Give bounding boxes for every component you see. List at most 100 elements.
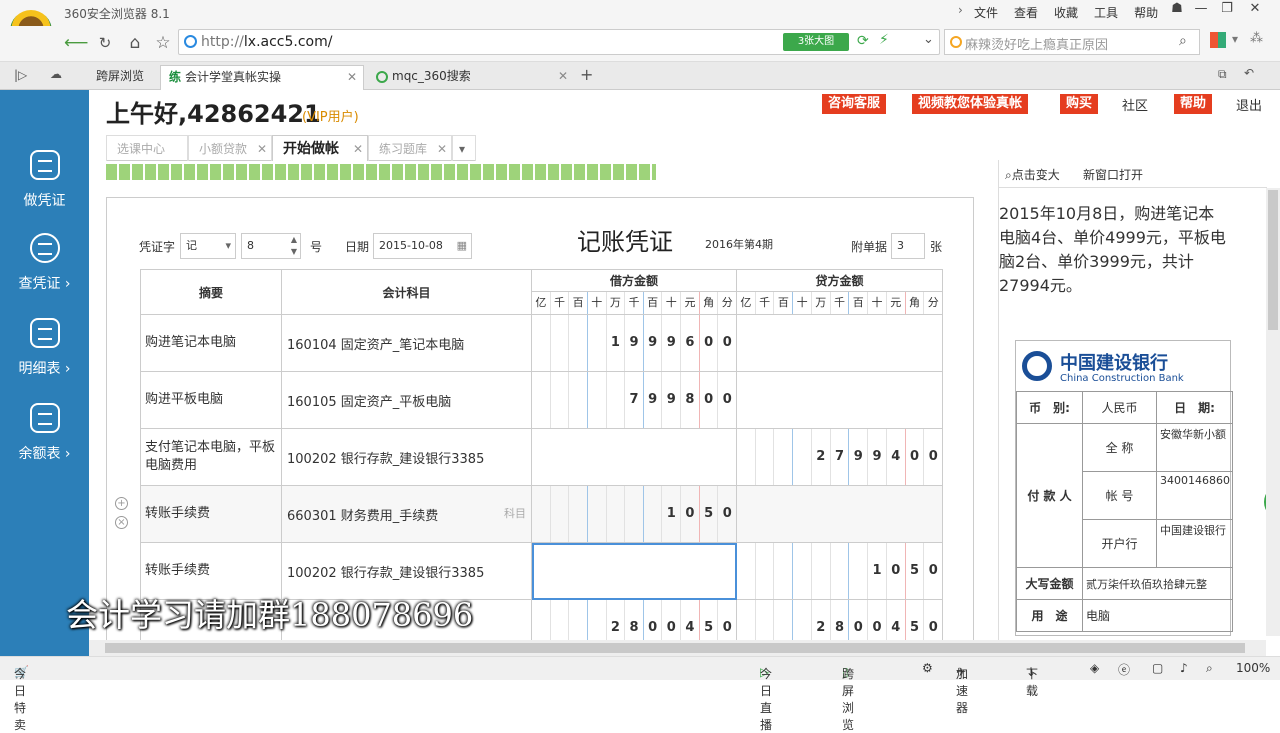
sidebar-item-search-voucher[interactable]: 查凭证 › [0,233,89,313]
sidebar-item-balance[interactable]: 余额表 › [0,403,89,483]
debit-cell[interactable]: 1050 [531,485,737,543]
summary-cell[interactable]: 支付笔记本电脑，平板电脑费用 [140,428,282,486]
tab-exercises[interactable]: 练习题库 ✕ [368,135,452,161]
help-button[interactable]: 帮助 [1174,94,1213,114]
search-icon[interactable]: ⌕ [1179,33,1187,49]
tab-microloan[interactable]: 小额贷款 ✕ [188,135,272,161]
sound-icon[interactable]: ♪ [1180,661,1188,675]
gear-icon[interactable]: ⚙ [922,661,933,675]
vertical-scrollbar[interactable] [1266,188,1280,636]
menu-help[interactable]: 帮助 [1134,4,1158,21]
credit-cell[interactable] [736,485,943,543]
summary-text: 购进平板电脑 [145,392,224,407]
sidebar-toggle-icon[interactable]: |▷ [14,68,27,82]
community-link[interactable]: 社区 [1122,95,1148,114]
debit-cell[interactable]: 1999600 [531,314,737,372]
refresh-circle-icon[interactable]: ⟳ [857,33,869,49]
undo-close-icon[interactable]: ↶ [1244,66,1254,80]
credit-cell[interactable]: 2799400 [736,428,943,486]
url-input[interactable]: http://lx.acc5.com/ 3张大图 ⟳ ⚡ ⌄ [178,29,940,55]
credit-cell[interactable]: 1050 [736,542,943,600]
add-row-icon[interactable]: + [115,497,128,510]
favorite-star-icon[interactable]: ☆ [152,31,174,55]
account-cell[interactable]: 160105 固定资产_平板电脑 [281,371,532,429]
debit-cell[interactable] [531,428,737,486]
sidebar-item-make-voucher[interactable]: 做凭证 [0,150,89,230]
account-cell[interactable]: 100202 银行存款_建设银行3385 [281,428,532,486]
summary-cell[interactable]: 转账手续费 [140,485,282,543]
close-icon[interactable]: ✕ [353,136,363,162]
delete-row-icon[interactable]: × [115,516,128,529]
attachments-input[interactable]: 3 [891,233,925,259]
big-image-pill[interactable]: 3张大图 [783,33,849,51]
account-text: 100202 银行存款_建设银行3385 [287,565,485,581]
list-icon [30,318,60,348]
tab-accounting[interactable]: 练会计学堂真帐实操 ✕ [160,65,364,90]
open-bank-label: 开户行 [1082,519,1157,568]
tab-menu-dropdown[interactable]: ▾ [452,135,476,161]
payer-label: 付 款 人 [1016,423,1083,568]
search-input[interactable]: 麻辣烫好吃上瘾真正原因 ⌕ [944,29,1200,55]
menu-tools[interactable]: 工具 [1094,4,1118,21]
new-tab-button[interactable]: + [580,65,593,84]
window-icon[interactable]: ▢ [1152,661,1163,675]
horizontal-scrollbar[interactable] [89,640,1266,656]
debit-cell[interactable] [531,542,737,600]
amount-digit [793,543,812,599]
close-icon[interactable]: ✕ [558,65,568,88]
menu-file[interactable]: 文件 [974,4,998,21]
logout-link[interactable]: 退出 [1236,95,1262,114]
video-tutorial-button[interactable]: 视频教您体验真帐 [912,94,1029,114]
chevron-down-icon[interactable]: ⌄ [923,32,934,47]
credit-cell[interactable] [736,314,943,372]
tab-cross-screen[interactable]: 跨屏浏览 [80,65,160,90]
menu-favorites[interactable]: 收藏 [1054,4,1078,21]
credit-cell[interactable] [736,371,943,429]
refresh-button[interactable]: ↻ [94,31,116,55]
apps-icon[interactable] [1210,32,1226,48]
zoom-level[interactable]: 100% [1236,661,1270,675]
minimize-button[interactable]: — [1190,1,1212,23]
ie-icon[interactable]: ⓔ [1118,661,1130,678]
date-field[interactable]: 2015-10-08 ▦ [373,233,472,259]
apps-dropdown-icon[interactable]: ▾ [1232,32,1238,46]
calendar-icon[interactable]: ▦ [457,234,467,258]
tab-course-center[interactable]: 选课中心 [106,135,188,161]
scrollbar-thumb[interactable] [1268,190,1278,330]
new-window-link[interactable]: 新窗口打开 [1083,166,1143,183]
amount-digit [569,315,588,371]
close-icon[interactable]: ✕ [257,136,267,162]
extension-icon[interactable]: ⁂ [1250,31,1263,46]
lightning-icon[interactable]: ⚡ [879,32,889,48]
stepper-down-icon[interactable]: ▼ [291,240,297,264]
account-cell[interactable]: 660301 财务费用_手续费 科目 [281,485,532,543]
close-button[interactable]: ✕ [1244,1,1266,23]
menu-view[interactable]: 查看 [1014,4,1038,21]
tab-list-icon[interactable]: ⧉ [1218,67,1227,82]
voucher-number-stepper[interactable]: 8 ▲ ▼ [241,233,301,259]
buy-button[interactable]: 购买 [1060,94,1099,114]
account-picker-link[interactable]: 科目 [504,505,526,521]
zoom-icon[interactable]: ⌕ [1206,661,1213,676]
tab-start-accounting[interactable]: 开始做帐 ✕ [272,135,368,161]
summary-cell[interactable]: 购进笔记本电脑 [140,314,282,372]
scrollbar-thumb[interactable] [105,643,1245,653]
support-button[interactable]: 咨询客服 [822,94,887,114]
close-icon[interactable]: ✕ [437,136,447,162]
maximize-button[interactable]: ❐ [1216,1,1238,23]
back-button[interactable]: ⟵ [64,31,88,55]
sidebar-item-ledger[interactable]: 明细表 › [0,318,89,398]
zoom-link[interactable]: ⌕点击变大 [1005,166,1060,183]
skin-icon[interactable]: ☗ [1166,1,1188,23]
summary-cell[interactable]: 购进平板电脑 [140,371,282,429]
voucher-icon [30,150,60,180]
cloud-icon[interactable]: ☁ [50,67,62,81]
close-icon[interactable]: ✕ [347,66,357,89]
account-cell[interactable]: 160104 固定资产_笔记本电脑 [281,314,532,372]
shield-icon[interactable]: ◈ [1090,661,1099,675]
tab-search[interactable]: mqc_360搜索 ✕ [368,65,574,90]
chevron-right-icon[interactable]: › [958,3,963,17]
voucher-word-select[interactable]: 记 ▾ [180,233,236,259]
debit-cell[interactable]: 799800 [531,371,737,429]
home-button[interactable]: ⌂ [124,31,146,55]
